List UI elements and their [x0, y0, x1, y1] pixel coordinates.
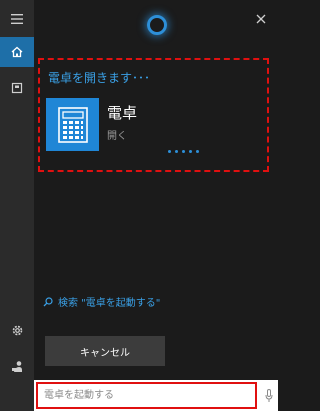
loading-dot [189, 150, 192, 153]
web-search-link[interactable]: 検索 "電卓を起動する" [43, 294, 160, 309]
hamburger-menu-button[interactable] [0, 4, 34, 34]
result-title: 電卓を開きます･･･ [48, 71, 151, 85]
sidebar [0, 0, 34, 411]
app-subtitle: 開く [107, 131, 127, 142]
cortana-panel: 電卓を開きます･･･ 電卓 開く 検索 "電卓を起動する" キャンセル [34, 0, 278, 380]
app-name: 電卓 [107, 104, 138, 122]
web-search-text: 検索 "電卓を起動する" [58, 298, 161, 309]
result-card[interactable]: 電卓を開きます･･･ 電卓 開く [38, 58, 269, 172]
close-icon [256, 14, 266, 24]
loading-dot [175, 150, 178, 153]
loading-dots [168, 150, 199, 153]
settings-gear-icon [12, 325, 22, 335]
sidebar-item-feedback[interactable] [0, 351, 34, 381]
microphone-button[interactable] [259, 380, 278, 411]
close-button[interactable] [250, 8, 272, 30]
cancel-button[interactable]: キャンセル [45, 336, 165, 366]
hamburger-menu-icon [11, 14, 23, 24]
search-input[interactable] [36, 382, 257, 409]
sidebar-item-notebook[interactable] [0, 73, 34, 103]
loading-dot [168, 150, 171, 153]
loading-dot [196, 150, 199, 153]
input-bar [34, 380, 278, 411]
app-tile[interactable] [46, 98, 99, 151]
home-icon [11, 46, 23, 58]
search-icon [43, 296, 53, 306]
feedback-person-icon [11, 360, 22, 372]
sidebar-item-home[interactable] [0, 37, 34, 67]
loading-dot [182, 150, 185, 153]
sidebar-item-settings[interactable] [0, 315, 34, 345]
calculator-icon [57, 106, 88, 143]
cortana-ring-icon [147, 15, 167, 35]
notebook-icon [11, 82, 23, 94]
microphone-icon [265, 388, 272, 402]
